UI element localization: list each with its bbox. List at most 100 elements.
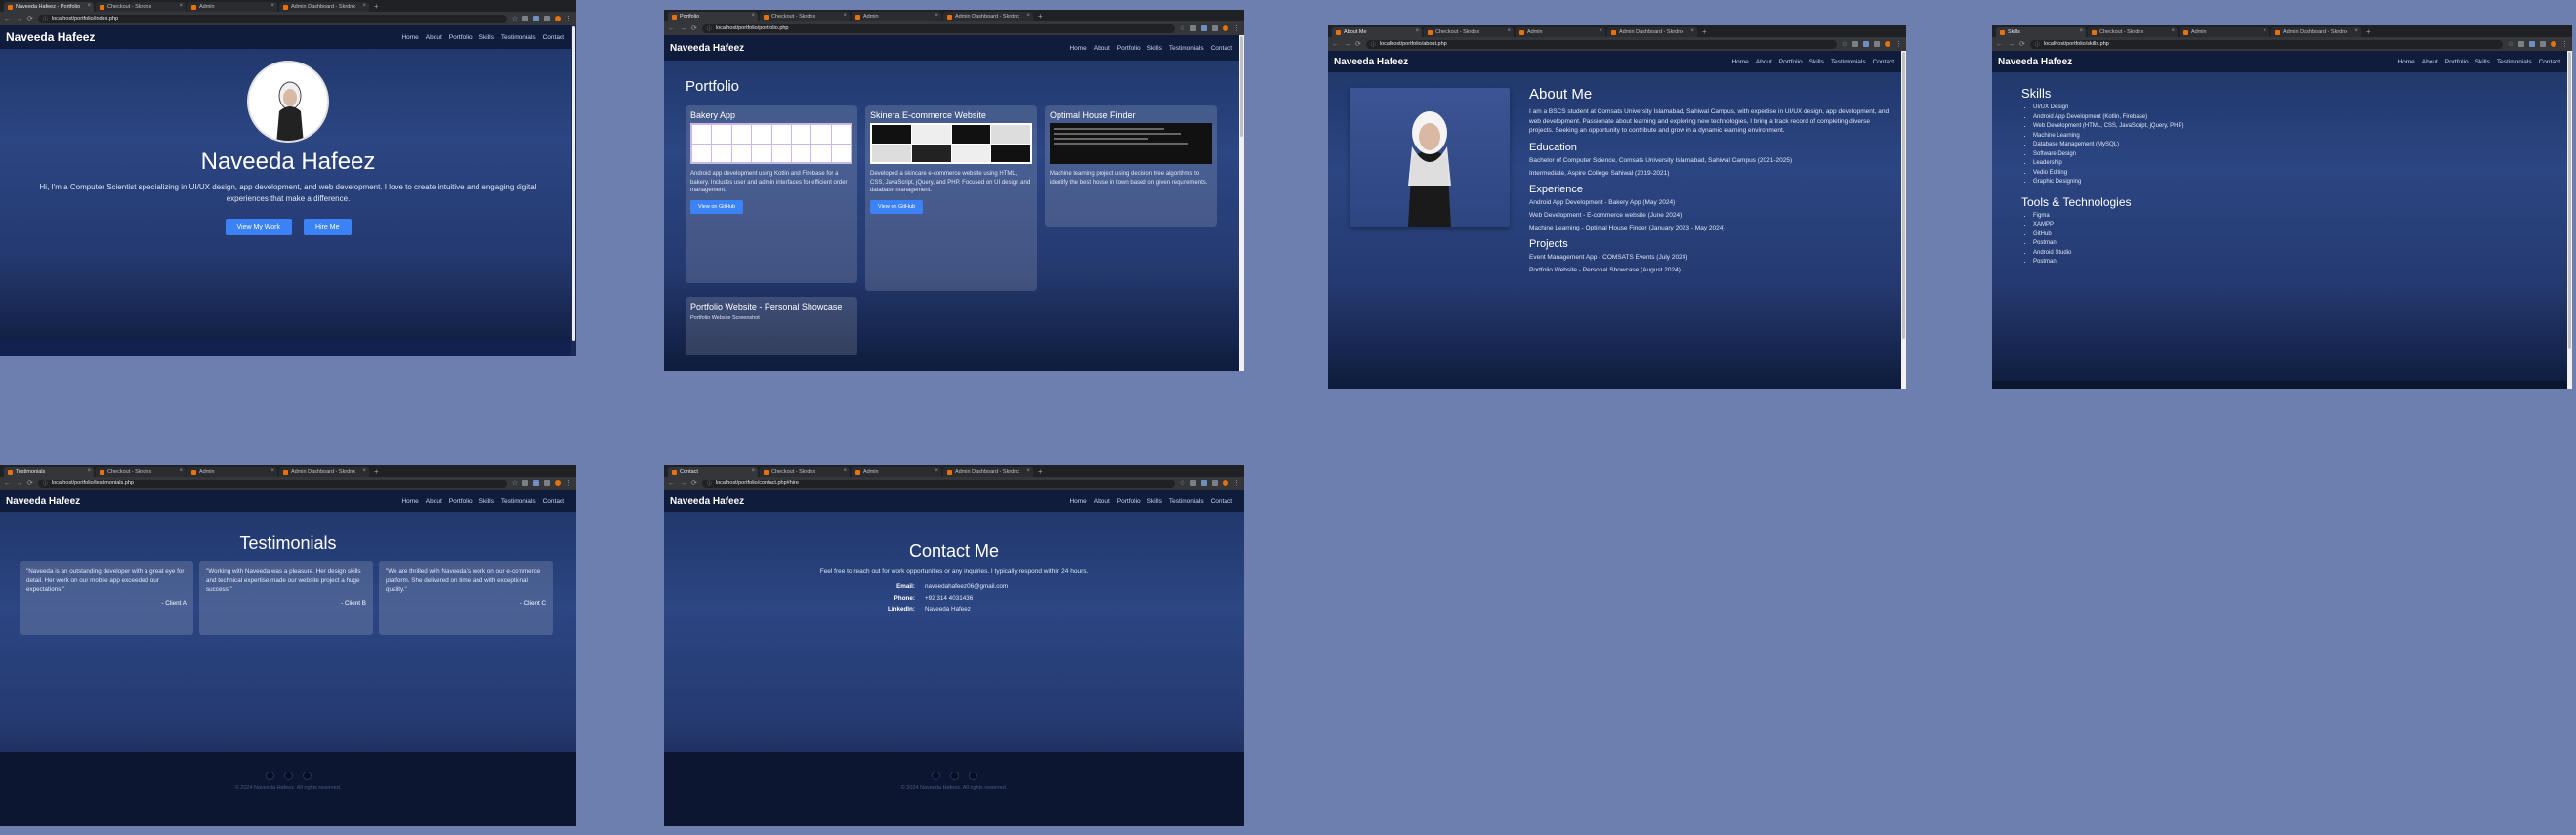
scrollbar-thumb[interactable] <box>2568 52 2571 350</box>
address-bar[interactable]: ⓘ localhost/portfolio/contact.php#hire <box>701 479 1175 488</box>
site-brand[interactable]: Naveeda Hafeez <box>670 496 744 507</box>
close-icon[interactable]: × <box>2263 28 2266 34</box>
browser-tab[interactable]: Checkout - Skrdnx × <box>760 12 850 21</box>
close-icon[interactable]: × <box>751 13 755 19</box>
close-icon[interactable]: × <box>2171 28 2175 34</box>
nav-home[interactable]: Home <box>1069 45 1086 52</box>
nav-home[interactable]: Home <box>2397 59 2414 65</box>
profile-avatar-icon[interactable] <box>2551 41 2556 47</box>
extension-icon[interactable] <box>1201 25 1207 31</box>
nav-portfolio[interactable]: Portfolio <box>1117 498 1141 505</box>
site-brand[interactable]: Naveeda Hafeez <box>6 496 80 507</box>
close-icon[interactable]: × <box>935 13 938 19</box>
scrollbar-thumb[interactable] <box>1902 52 1905 340</box>
profile-avatar-icon[interactable] <box>1223 25 1228 31</box>
browser-tab[interactable]: Admin × <box>187 467 277 477</box>
email-icon[interactable] <box>968 772 977 780</box>
close-icon[interactable]: × <box>362 3 366 9</box>
linkedin-icon[interactable] <box>265 772 274 780</box>
browser-tab[interactable]: Admin × <box>1516 27 1605 37</box>
scrollbar[interactable] <box>1239 35 1244 371</box>
close-icon[interactable]: × <box>2354 28 2358 34</box>
new-tab-icon[interactable]: + <box>2363 27 2374 37</box>
extension-icon[interactable] <box>1852 41 1858 47</box>
profile-avatar-icon[interactable] <box>555 16 561 21</box>
browser-tab[interactable]: Portfolio × <box>668 12 758 21</box>
address-bar[interactable]: ⓘ localhost/portfolio/skills.php <box>2029 39 2503 49</box>
view-work-button[interactable]: View My Work <box>225 219 292 235</box>
new-tab-icon[interactable]: + <box>371 2 382 12</box>
nav-portfolio[interactable]: Portfolio <box>449 34 473 41</box>
download-icon[interactable] <box>1212 480 1218 486</box>
close-icon[interactable]: × <box>2079 28 2083 34</box>
close-icon[interactable]: × <box>179 468 183 474</box>
nav-about[interactable]: About <box>426 498 442 505</box>
profile-avatar-icon[interactable] <box>555 480 561 486</box>
bookmark-star-icon[interactable]: ☆ <box>1842 41 1848 48</box>
extension-icon[interactable] <box>1201 480 1207 486</box>
menu-kebab-icon[interactable]: ⋮ <box>1233 25 1240 32</box>
close-icon[interactable]: × <box>1415 28 1419 34</box>
scrollbar-thumb[interactable] <box>572 26 575 342</box>
menu-kebab-icon[interactable]: ⋮ <box>1895 41 1902 48</box>
close-icon[interactable]: × <box>1026 13 1030 19</box>
bookmark-star-icon[interactable]: ☆ <box>2508 41 2514 48</box>
new-tab-icon[interactable]: + <box>1035 467 1046 477</box>
close-icon[interactable]: × <box>751 468 755 474</box>
back-icon[interactable]: ← <box>4 16 11 22</box>
nav-about[interactable]: About <box>1756 59 1772 65</box>
nav-home[interactable]: Home <box>1731 59 1748 65</box>
site-brand[interactable]: Naveeda Hafeez <box>6 30 95 44</box>
extension-icon[interactable] <box>522 480 528 486</box>
site-info-icon[interactable]: ⓘ <box>707 480 712 487</box>
address-bar[interactable]: ⓘ localhost/portfolio/about.php <box>1365 39 1837 49</box>
nav-portfolio[interactable]: Portfolio <box>2445 59 2469 65</box>
nav-portfolio[interactable]: Portfolio <box>449 498 473 505</box>
browser-tab[interactable]: Skills × <box>1996 27 2086 37</box>
site-info-icon[interactable]: ⓘ <box>43 16 48 22</box>
browser-tab[interactable]: Admin Dashboard - Skrdnx × <box>943 12 1033 21</box>
bookmark-star-icon[interactable]: ☆ <box>1180 25 1185 32</box>
address-bar[interactable]: ⓘ localhost/portfolio/portfolio.php <box>701 23 1175 33</box>
browser-tab[interactable]: Admin Dashboard - Skrdnx × <box>2271 27 2361 37</box>
nav-testimonials[interactable]: Testimonials <box>1169 45 1204 52</box>
close-icon[interactable]: × <box>1507 28 1511 34</box>
browser-tab[interactable]: Admin Dashboard - Skrdnx × <box>279 467 369 477</box>
menu-kebab-icon[interactable]: ⋮ <box>565 480 572 487</box>
phone-value[interactable]: +92 314 4031436 <box>925 595 1032 602</box>
close-icon[interactable]: × <box>1026 468 1030 474</box>
extension-icon[interactable] <box>1190 480 1196 486</box>
extension-icon[interactable] <box>533 480 539 486</box>
close-icon[interactable]: × <box>87 3 91 9</box>
nav-contact[interactable]: Contact <box>1873 59 1894 65</box>
extension-icon[interactable] <box>1863 41 1869 47</box>
site-brand[interactable]: Naveeda Hafeez <box>1334 57 1408 67</box>
download-icon[interactable] <box>1212 25 1218 31</box>
back-icon[interactable]: ← <box>668 480 675 487</box>
profile-avatar-icon[interactable] <box>1223 480 1228 486</box>
menu-kebab-icon[interactable]: ⋮ <box>2561 41 2568 48</box>
extension-icon[interactable] <box>2518 41 2524 47</box>
forward-icon[interactable]: → <box>680 480 686 487</box>
site-info-icon[interactable]: ⓘ <box>2035 41 2040 48</box>
scrollbar[interactable] <box>2567 51 2572 389</box>
nav-testimonials[interactable]: Testimonials <box>501 498 536 505</box>
forward-icon[interactable]: → <box>2008 41 2015 48</box>
nav-contact[interactable]: Contact <box>2539 59 2560 65</box>
nav-about[interactable]: About <box>1094 45 1110 52</box>
site-info-icon[interactable]: ⓘ <box>43 480 48 487</box>
github-icon[interactable] <box>283 772 293 780</box>
menu-kebab-icon[interactable]: ⋮ <box>1233 480 1240 487</box>
nav-skills[interactable]: Skills <box>479 498 494 505</box>
github-icon[interactable] <box>949 772 959 780</box>
extension-icon[interactable] <box>2529 41 2535 47</box>
browser-tab[interactable]: Checkout - Skrdnx × <box>96 2 186 12</box>
close-icon[interactable]: × <box>270 468 274 474</box>
reload-icon[interactable]: ⟳ <box>691 480 697 487</box>
browser-tab[interactable]: Admin Dashboard - Skrdnx × <box>943 467 1033 477</box>
scrollbar-thumb[interactable] <box>1240 36 1243 138</box>
hire-me-button[interactable]: Hire Me <box>303 219 352 235</box>
nav-home[interactable]: Home <box>401 34 418 41</box>
reload-icon[interactable]: ⟳ <box>1355 41 1361 48</box>
new-tab-icon[interactable]: + <box>371 467 382 477</box>
